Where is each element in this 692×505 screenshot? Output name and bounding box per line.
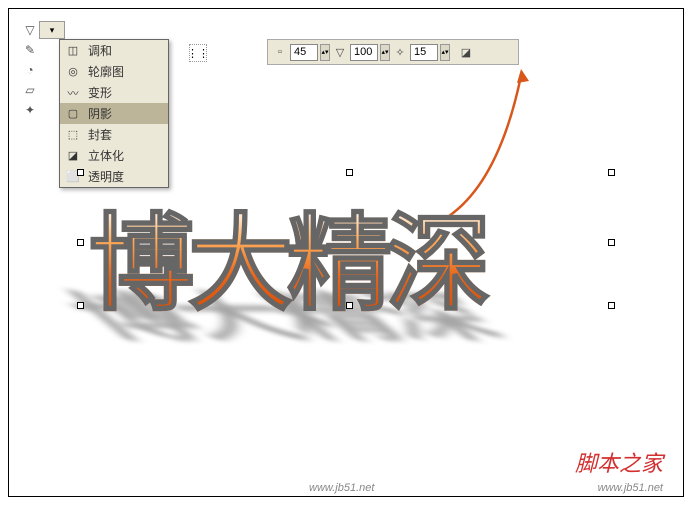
direction-icon: ▫	[272, 44, 288, 60]
tool-interactive[interactable]: ▽	[21, 21, 39, 39]
effects-flyout-menu: ◫ 调和 ◎ 轮廓图 〰 变形 ▢ 阴影 ⬚ 封套 ◪ 立体化 ⬜ 透明度	[59, 39, 169, 188]
spinner[interactable]: ▴▾	[380, 44, 390, 61]
menu-item-label: 封套	[88, 126, 112, 143]
menu-item-blend[interactable]: ◫ 调和	[60, 40, 168, 61]
menu-item-extrude[interactable]: ◪ 立体化	[60, 145, 168, 166]
menu-item-shadow[interactable]: ▢ 阴影	[60, 103, 168, 124]
tool-eyedropper[interactable]: ✎	[21, 41, 39, 59]
handle-se[interactable]	[608, 302, 615, 309]
menu-item-contour[interactable]: ◎ 轮廓图	[60, 61, 168, 82]
opacity-icon: ▽	[332, 44, 348, 60]
menu-item-label: 变形	[88, 84, 112, 101]
property-bar: ▫ ▴▾ ▽ ▴▾ ✧ ▴▾ ◪	[267, 39, 519, 65]
shadow-icon: ▢	[64, 106, 82, 122]
shadow-feather-input[interactable]	[410, 44, 438, 61]
handle-e[interactable]	[608, 239, 615, 246]
shadow-opacity-input[interactable]	[350, 44, 378, 61]
handle-w[interactable]	[77, 239, 84, 246]
handle-nw[interactable]	[77, 169, 84, 176]
menu-item-envelope[interactable]: ⬚ 封套	[60, 124, 168, 145]
watermark-url2: www.jb51.net	[598, 482, 663, 494]
distort-icon: 〰	[64, 85, 82, 101]
menu-item-label: 轮廓图	[88, 63, 124, 80]
menu-item-distort[interactable]: 〰 变形	[60, 82, 168, 103]
tool-outline[interactable]: ▱	[21, 81, 39, 99]
handle-s[interactable]	[346, 302, 353, 309]
handle-sw[interactable]	[77, 302, 84, 309]
watermark-brand: 脚本之家	[575, 446, 663, 478]
spinner[interactable]: ▴▾	[320, 44, 330, 61]
left-toolbox: ▽ ✎ ◔ ▱ ✦	[21, 21, 39, 121]
menu-item-label: 调和	[88, 42, 112, 59]
menu-item-label: 立体化	[88, 147, 124, 164]
tool-fill[interactable]: ◔	[21, 61, 39, 79]
selection-handles	[81, 173, 611, 305]
tool-flyout-button[interactable]: ▾	[39, 21, 65, 39]
blend-icon: ◫	[64, 43, 82, 59]
feather-icon: ✧	[392, 44, 408, 60]
presets-button[interactable]: ⋮⋮	[189, 44, 207, 62]
feather-edge-icon[interactable]: ◪	[458, 44, 474, 60]
app-frame: ▽ ✎ ◔ ▱ ✦ ▾ ◫ 调和 ◎ 轮廓图 〰 变形 ▢ 阴影 ⬚ 封套 ◪ …	[8, 8, 684, 497]
spinner[interactable]: ▴▾	[440, 44, 450, 61]
contour-icon: ◎	[64, 64, 82, 80]
tool-effect[interactable]: ✦	[21, 101, 39, 119]
extrude-icon: ◪	[64, 148, 82, 164]
handle-ne[interactable]	[608, 169, 615, 176]
watermark-url: www.jb51.net	[309, 482, 374, 494]
menu-item-label: 阴影	[88, 105, 112, 122]
handle-n[interactable]	[346, 169, 353, 176]
envelope-icon: ⬚	[64, 127, 82, 143]
shadow-angle-input[interactable]	[290, 44, 318, 61]
